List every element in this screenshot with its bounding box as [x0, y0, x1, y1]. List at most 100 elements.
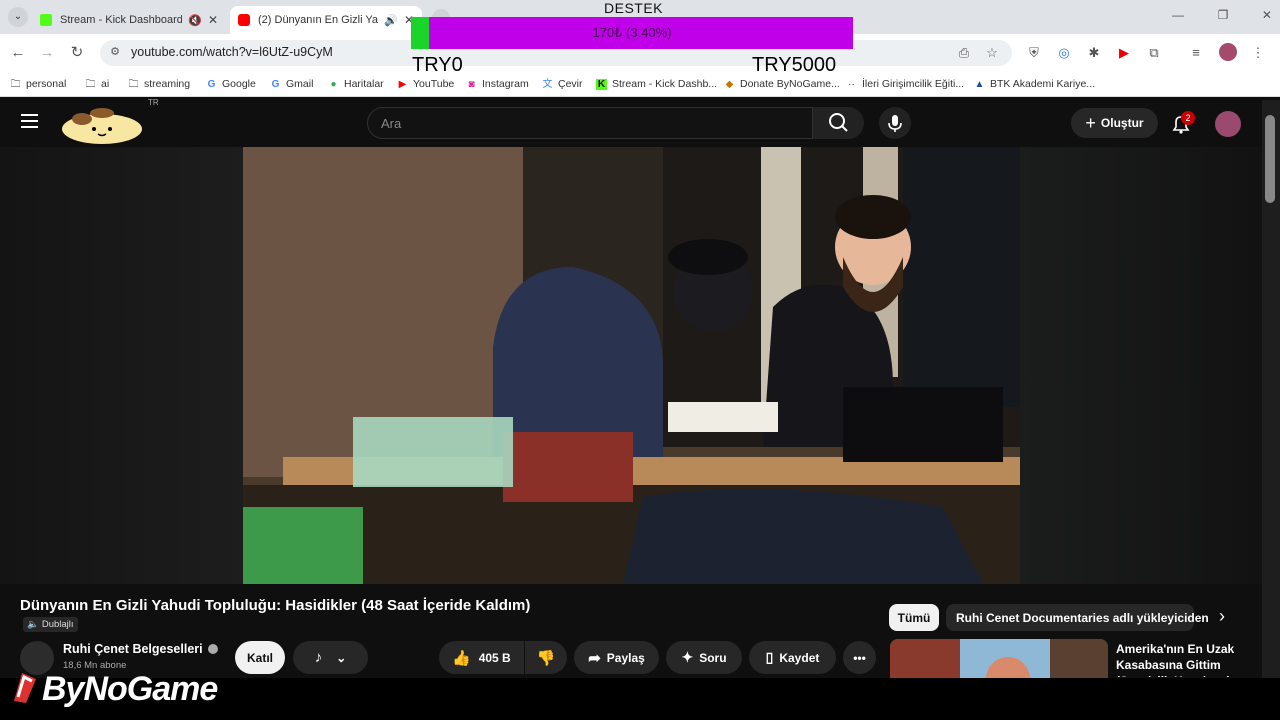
chevron-right-icon[interactable]: › [1212, 606, 1232, 628]
bookmark-gmail[interactable]: G Gmail [270, 76, 314, 92]
close-window-icon[interactable]: ✕ [1262, 8, 1272, 26]
back-icon[interactable]: ← [9, 44, 27, 62]
extensions-puzzle-icon[interactable]: ⧉ [1145, 44, 1163, 62]
account-avatar[interactable] [1215, 111, 1241, 137]
folder-icon: 🗀 [85, 78, 96, 90]
bookmark-label: Instagram [482, 78, 529, 90]
tab-youtube-video[interactable]: (2) Dünyanın En Gizli Yahudi 🔊 ✕ [230, 6, 422, 34]
close-tab-icon[interactable]: ✕ [208, 13, 218, 27]
bookmark-streaming[interactable]: 🗀 streaming [128, 76, 191, 92]
channel-name[interactable]: Ruhi Çenet Belgeselleri [63, 642, 203, 656]
bookmark-kick[interactable]: K Stream - Kick Dashb... [596, 76, 717, 92]
create-label: Oluştur [1100, 116, 1144, 130]
muted-icon[interactable]: 🔇 [188, 14, 202, 27]
like-count: 405 B [478, 650, 511, 665]
chip-uploader[interactable]: Ruhi Cenet Documentaries adlı yükleyicid… [946, 604, 1209, 631]
voice-search-button[interactable] [879, 107, 911, 139]
kick-icon [40, 14, 52, 26]
browser-menu-icon[interactable]: ⋮ [1249, 44, 1267, 62]
donate-icon: ◆ [725, 78, 734, 90]
youtube-doodle-logo[interactable] [60, 107, 144, 145]
sparkle-icon: ✦ [681, 649, 694, 665]
video-frame[interactable] [243, 147, 1020, 584]
profile-avatar[interactable] [1219, 43, 1237, 61]
bookmark-instagram[interactable]: ◙ Instagram [466, 76, 529, 92]
search-button[interactable] [813, 107, 864, 139]
join-button[interactable]: Katıl [235, 641, 285, 674]
extension-cat-icon[interactable]: ✱ [1085, 44, 1103, 62]
share-arrow-icon: ➦ [588, 649, 601, 667]
audio-track-icon: 🔈 [27, 619, 39, 630]
reload-icon[interactable]: ↻ [68, 44, 86, 62]
bookmark-maps[interactable]: ● Haritalar [328, 76, 383, 92]
verified-icon [207, 644, 218, 654]
bell-icon: ♪ [314, 649, 323, 666]
thumbs-down-icon: 👎 [536, 649, 556, 667]
map-pin-icon: ● [330, 78, 337, 90]
donation-max-label: TRY5000 [752, 54, 837, 76]
bookmark-icon: ▯ [765, 649, 774, 665]
tab-search-button[interactable]: ⌄ [8, 7, 28, 27]
tab-label: (2) Dünyanın En Gizli Yahudi [258, 14, 379, 26]
share-label: Paylaş [606, 650, 645, 665]
minimize-icon[interactable]: — [1172, 8, 1184, 26]
bookmark-google[interactable]: G Google [206, 76, 256, 92]
ask-button[interactable]: ✦ Soru [666, 641, 742, 674]
btk-icon: ▲ [974, 78, 985, 90]
youtube-icon [238, 14, 250, 26]
tab-kick-dashboard[interactable]: Stream - Kick Dashboard 🔇 ✕ [32, 6, 226, 34]
save-button[interactable]: ▯ Kaydet [749, 641, 836, 674]
folder-icon: 🗀 [128, 78, 139, 90]
bookmark-star-icon[interactable]: ☆ [983, 44, 1001, 62]
guide-menu-icon[interactable] [21, 114, 38, 128]
bookmark-label: BTK Akademi Kariye... [990, 78, 1096, 90]
forward-icon[interactable]: → [38, 44, 56, 62]
install-app-icon[interactable]: ⎙ [955, 44, 973, 62]
bookmark-personal[interactable]: 🗀 personal [10, 76, 67, 92]
bookmark-translate[interactable]: 文 Çevir [542, 76, 583, 92]
share-button[interactable]: ➦ Paylaş [574, 641, 659, 674]
site-info-icon[interactable]: ⚙ [108, 45, 122, 59]
youtube-icon: ▶ [398, 78, 407, 90]
bookmark-youtube[interactable]: ▶ YouTube [397, 76, 455, 92]
save-label: Kaydet [779, 650, 820, 665]
chip-label: Tümü [897, 610, 931, 625]
extension-shield-icon[interactable]: ⛨ [1025, 44, 1043, 62]
recommendation-title[interactable]: Amerika'nın En Uzak Kasabasına Gittim (S… [1116, 641, 1256, 677]
bookmark-label: Stream - Kick Dashb... [612, 78, 718, 90]
media-control-icon[interactable]: ≡ [1187, 44, 1205, 62]
chip-label: Ruhi Cenet Documentaries adlı yükleyicid… [956, 610, 1209, 625]
google-icon: G [271, 78, 280, 90]
folder-icon: 🗀 [10, 78, 21, 90]
search-input[interactable] [367, 107, 813, 139]
bookmark-bynogame[interactable]: ◆ Donate ByNoGame... [724, 76, 840, 92]
subscription-bell-button[interactable]: ♪ ⌄ [293, 641, 368, 674]
dislike-button[interactable]: 👎 [525, 641, 567, 674]
bookmark-label: Gmail [286, 78, 314, 90]
bookmark-label: ai [101, 78, 110, 90]
more-actions-button[interactable]: ••• [843, 641, 876, 674]
bookmark-ai[interactable]: 🗀 ai [85, 76, 110, 92]
dubbed-badge: 🔈 Dublajlı [23, 617, 78, 632]
bookmark-label: YouTube [413, 78, 455, 90]
chip-all[interactable]: Tümü [889, 604, 939, 631]
extension-translate-icon[interactable]: ◎ [1055, 44, 1073, 62]
bookmark-label: streaming [144, 78, 191, 90]
search-placeholder: Ara [381, 116, 402, 131]
channel-name-row[interactable]: Ruhi Çenet Belgeselleri [63, 642, 218, 656]
donation-progress-text: 170₺ (3.40%) [592, 25, 672, 40]
link-icon: ·· [848, 78, 855, 90]
create-button[interactable]: + Oluştur [1071, 108, 1158, 138]
bookmark-btk[interactable]: ▲ BTK Akademi Kariye... [974, 76, 1096, 92]
bynogame-logo-icon [8, 667, 40, 705]
scrollbar-thumb[interactable] [1265, 115, 1275, 203]
audio-playing-icon[interactable]: 🔊 [384, 14, 398, 27]
tab-label: Stream - Kick Dashboard [60, 14, 183, 26]
like-button[interactable]: 👍 405 B [439, 641, 524, 674]
search-icon [829, 113, 848, 132]
window-controls[interactable]: — ❐ ✕ [1172, 8, 1272, 26]
restore-icon[interactable]: ❐ [1218, 8, 1229, 26]
url-text[interactable]: youtube.com/watch?v=l6UtZ-u9CyM [131, 45, 333, 59]
extension-youtube-icon[interactable]: ▶ [1115, 44, 1133, 62]
bookmark-girisimcilik[interactable]: ·· İleri Girişimcilik Eğiti... [846, 76, 964, 92]
